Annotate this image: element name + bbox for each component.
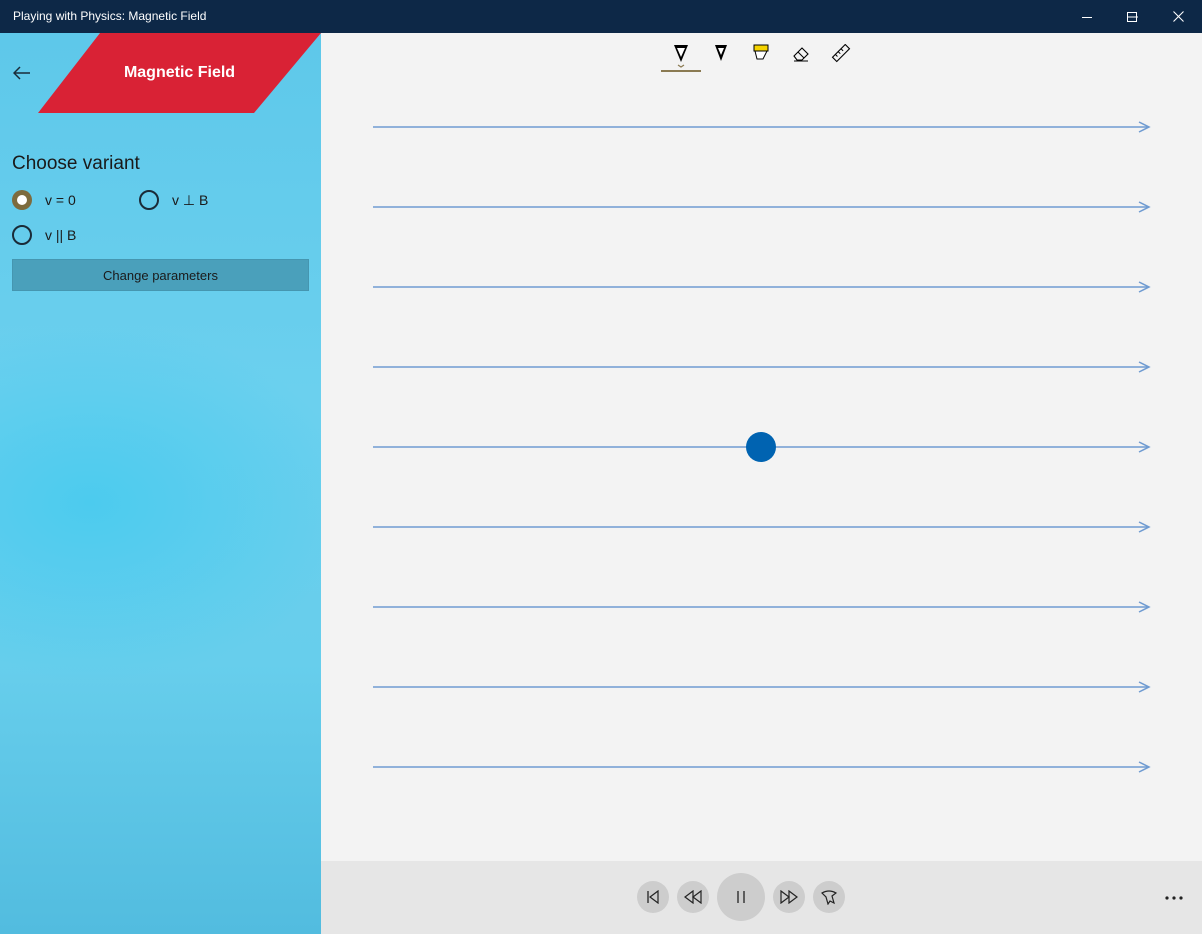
radio-circle[interactable]: [139, 190, 159, 210]
eraser-icon: [793, 47, 809, 62]
field-line: [373, 281, 1151, 293]
highlighter-icon: [753, 44, 769, 60]
touch-mode-icon: [821, 890, 838, 905]
sidebar: Magnetic Field Choose variant v = 0 v ⊥ …: [0, 33, 321, 934]
fast-forward-button[interactable]: [773, 881, 805, 913]
field-line: [373, 761, 1151, 773]
ruler-tool[interactable]: [821, 40, 861, 72]
skip-back-icon: [647, 890, 659, 904]
maximize-icon: [1127, 11, 1137, 22]
back-arrow-icon: [13, 66, 30, 80]
radio-v-perpendicular-b[interactable]: v ⊥ B: [139, 190, 208, 210]
window-title: Playing with Physics: Magnetic Field: [13, 9, 207, 23]
touch-mode-button[interactable]: [813, 881, 845, 913]
charged-particle[interactable]: [746, 432, 776, 462]
ink-toolbar: [661, 40, 861, 74]
radio-label: v = 0: [45, 192, 76, 208]
field-line: [373, 601, 1151, 613]
pause-icon: [737, 891, 745, 903]
back-button[interactable]: [8, 59, 36, 87]
pencil-icon: [715, 45, 727, 61]
radio-label: v ⊥ B: [172, 191, 209, 208]
page-title: Magnetic Field: [123, 64, 236, 81]
pause-button[interactable]: [717, 873, 765, 921]
highlighter-tool[interactable]: [741, 40, 781, 72]
radio-label: v || B: [45, 227, 77, 243]
rewind-button[interactable]: [677, 881, 709, 913]
field-line: [373, 521, 1151, 533]
field-line: [373, 681, 1151, 693]
close-button[interactable]: [1155, 0, 1201, 33]
maximize-button[interactable]: [1109, 0, 1155, 33]
minimize-icon: [1082, 16, 1092, 18]
radio-circle[interactable]: [12, 225, 32, 245]
more-options-button[interactable]: [1159, 883, 1189, 913]
playback-bar: [321, 861, 1202, 934]
more-icon: [1165, 896, 1183, 900]
title-bar: Playing with Physics: Magnetic Field: [0, 0, 1202, 33]
change-parameters-button[interactable]: Change parameters: [12, 259, 309, 291]
ruler-icon: [831, 44, 851, 63]
fast-forward-icon: [780, 890, 798, 904]
close-icon: [1172, 11, 1184, 22]
eraser-tool[interactable]: [781, 40, 821, 72]
radio-circle-checked[interactable]: [12, 190, 32, 210]
rewind-icon: [684, 890, 702, 904]
radio-v-parallel-b[interactable]: v || B: [12, 225, 76, 245]
ballpoint-pen-icon: [674, 45, 688, 68]
pencil-tool[interactable]: [701, 40, 741, 72]
simulation-canvas[interactable]: [321, 33, 1202, 861]
field-line: [373, 201, 1151, 213]
header-banner: Magnetic Field: [38, 33, 321, 113]
field-line: [373, 361, 1151, 373]
minimize-button[interactable]: [1064, 0, 1110, 33]
field-line: [373, 121, 1151, 133]
ballpoint-pen-tool[interactable]: [661, 40, 701, 72]
skip-back-button[interactable]: [637, 881, 669, 913]
choose-variant-label: Choose variant: [12, 153, 140, 174]
field-drawing: [373, 121, 1151, 773]
radio-v-zero[interactable]: v = 0: [12, 190, 76, 210]
